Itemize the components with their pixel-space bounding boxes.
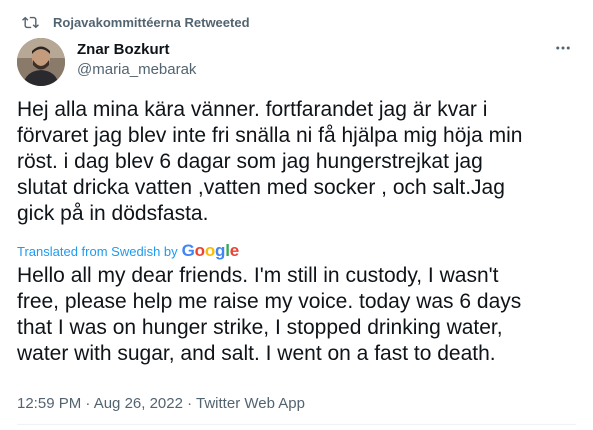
translation-attribution[interactable]: Translated from Swedish by Google [17,241,240,260]
retweet-context[interactable]: Rojavakommittéerna Retweeted [22,12,250,32]
author-handle[interactable]: @maria_mebarak [77,60,196,80]
author-display-name[interactable]: Znar Bozkurt [77,40,196,60]
translated-from-label: Translated from Swedish by [17,243,178,259]
avatar-image [17,38,65,86]
divider [17,424,576,425]
tweet-text: Hej alla mina kära vänner. fortfarandet … [17,98,523,225]
google-logo: Google [181,241,240,260]
tweet-timestamp[interactable]: 12:59 PM · Aug 26, 2022 · Twitter Web Ap… [17,395,305,412]
more-button[interactable] [551,38,575,58]
tweet-card[interactable]: Rojavakommittéerna Retweeted Znar Bozkur… [0,0,593,430]
more-icon [556,46,570,50]
avatar[interactable] [17,38,65,86]
tweet-translation: Hello all my dear friends. I'm still in … [17,264,522,365]
author-info[interactable]: Znar Bozkurt @maria_mebarak [77,40,196,80]
retweet-icon [22,16,39,28]
retweet-label: Rojavakommittéerna Retweeted [53,14,250,30]
